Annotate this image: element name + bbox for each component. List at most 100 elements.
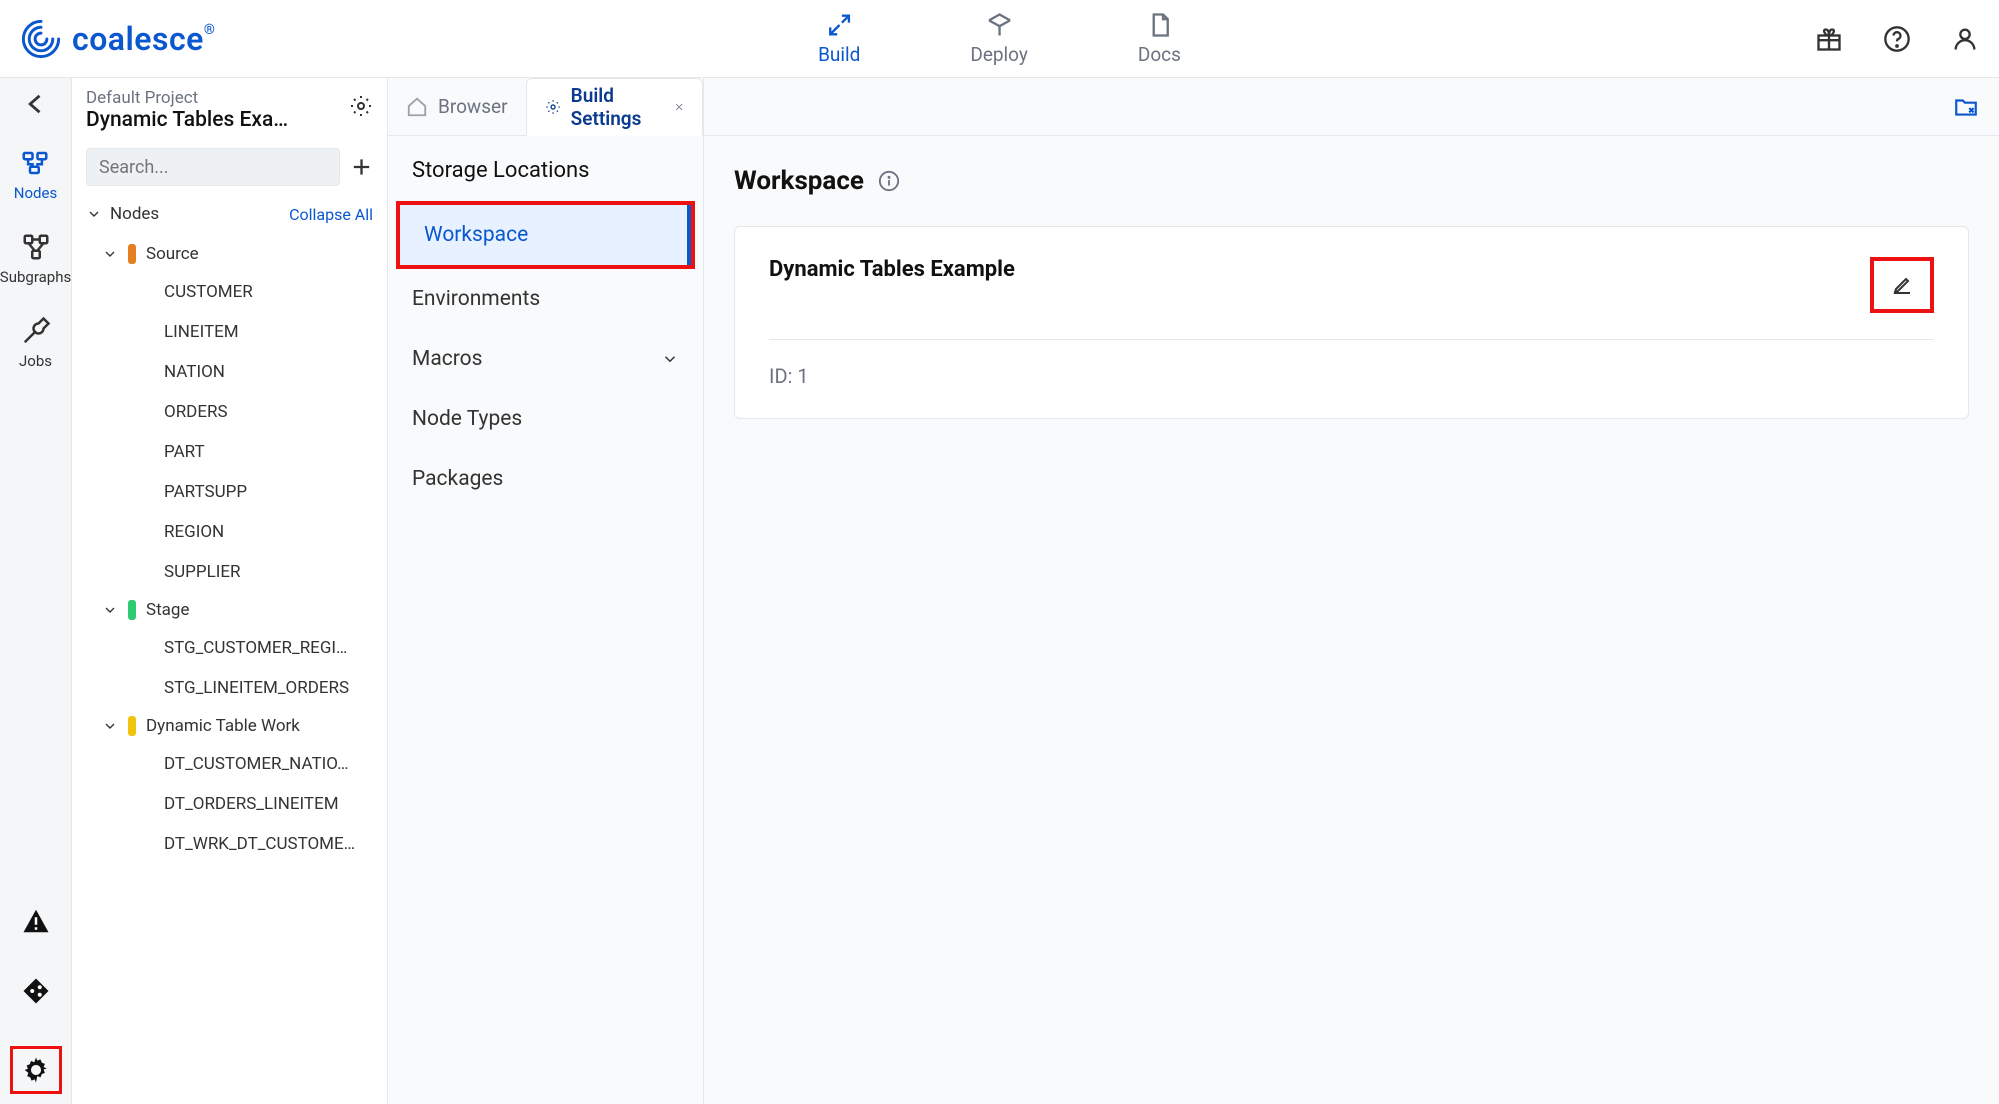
settings-item-macros-label: Macros <box>412 347 482 371</box>
tab-browser[interactable]: Browser <box>388 78 526 136</box>
warning-icon[interactable] <box>21 906 51 936</box>
workspace-card: Dynamic Tables Example ID: 1 <box>734 226 1969 419</box>
tree-node-item[interactable]: STG_LINEITEM_ORDERS <box>72 668 372 708</box>
header-nav: Build Deploy Docs <box>818 11 1181 66</box>
nodes-icon <box>20 148 50 178</box>
tree-node-item[interactable]: PART <box>72 432 372 472</box>
tree-node-item[interactable]: CUSTOMER <box>72 272 372 312</box>
tree-node-item[interactable]: DT_WRK_DT_CUSTOME… <box>72 824 372 864</box>
project-label: Default Project <box>86 88 341 108</box>
nodes-section-header[interactable]: Nodes Collapse All <box>72 194 387 234</box>
nav-docs[interactable]: Docs <box>1138 11 1181 66</box>
build-settings-column: Browser Build Settings Storage Locations… <box>388 78 704 1104</box>
edit-highlight <box>1870 257 1934 313</box>
content-header: Workspace <box>704 136 1999 226</box>
chevron-down-icon <box>102 602 118 618</box>
rail-jobs-label: Jobs <box>19 352 52 370</box>
tree-node-item[interactable]: DT_CUSTOMER_NATIO… <box>72 744 372 784</box>
add-icon[interactable] <box>350 155 373 179</box>
tree-node-item[interactable]: PARTSUPP <box>72 472 372 512</box>
settings-heading: Storage Locations <box>388 158 703 201</box>
settings-item-workspace-label: Workspace <box>424 223 528 247</box>
tree-group-label: Dynamic Table Work <box>146 716 300 736</box>
rail-settings-highlight <box>10 1046 62 1094</box>
settings-item-node-types-label: Node Types <box>412 407 522 431</box>
nodes-section-label: Nodes <box>110 204 159 224</box>
sidebar-gear-icon[interactable] <box>349 94 373 118</box>
subgraphs-icon <box>21 232 51 262</box>
settings-item-workspace[interactable]: Workspace <box>400 205 691 265</box>
home-icon <box>406 96 428 118</box>
group-color-swatch <box>128 600 136 620</box>
user-icon[interactable] <box>1951 25 1979 53</box>
header-actions <box>1815 25 1979 53</box>
app-header: coalesce® Build Deploy Docs <box>0 0 1999 78</box>
group-color-swatch <box>128 716 136 736</box>
chevron-down-icon <box>102 246 118 262</box>
settings-item-macros[interactable]: Macros <box>388 329 703 389</box>
brand-wordmark: coalesce® <box>72 20 215 58</box>
divider <box>769 339 1934 340</box>
docs-icon <box>1145 11 1173 39</box>
chevron-down-icon <box>661 350 679 368</box>
jobs-wrench-icon <box>21 316 51 346</box>
git-icon[interactable] <box>21 976 51 1006</box>
nav-docs-label: Docs <box>1138 43 1181 66</box>
help-icon[interactable] <box>1883 25 1911 53</box>
brand-swirl-icon <box>20 18 62 60</box>
tree-group: Source CUSTOMERLINEITEMNATIONORDERSPARTPA… <box>72 236 387 592</box>
settings-gear-icon[interactable] <box>21 1055 51 1085</box>
sidebar-header: Default Project Dynamic Tables Exa… <box>72 78 387 140</box>
tree-node-item[interactable]: ORDERS <box>72 392 372 432</box>
tree-group-header[interactable]: Stage <box>72 592 387 628</box>
tab-build-settings[interactable]: Build Settings <box>526 78 703 136</box>
tree-group-label: Source <box>146 244 199 264</box>
folder-x-icon[interactable] <box>1953 94 1979 120</box>
settings-tabs: Browser Build Settings <box>388 78 703 136</box>
tree-node-item[interactable]: REGION <box>72 512 372 552</box>
back-arrow-icon[interactable] <box>22 90 50 118</box>
settings-item-packages[interactable]: Packages <box>388 449 703 509</box>
rail-jobs[interactable]: Jobs <box>19 316 52 370</box>
tree-node-item[interactable]: NATION <box>72 352 372 392</box>
build-icon <box>825 11 853 39</box>
chevron-down-icon <box>86 206 102 222</box>
workspace-name: Dynamic Tables Example <box>769 257 1015 282</box>
rail-bottom-group <box>10 906 62 1094</box>
content-topbar <box>704 78 1999 136</box>
tab-browser-label: Browser <box>438 95 508 118</box>
tree-node-item[interactable]: LINEITEM <box>72 312 372 352</box>
rail-nodes[interactable]: Nodes <box>14 148 57 202</box>
close-icon[interactable] <box>674 100 684 114</box>
group-color-swatch <box>128 244 136 264</box>
nav-deploy[interactable]: Deploy <box>970 11 1028 66</box>
content-title: Workspace <box>734 166 864 196</box>
settings-item-packages-label: Packages <box>412 467 503 491</box>
tab-build-settings-label: Build Settings <box>571 84 658 130</box>
sidebar-nodes-panel: Default Project Dynamic Tables Exa… Node… <box>72 78 388 1104</box>
tree-group-label: Stage <box>146 600 189 620</box>
rail-nodes-label: Nodes <box>14 184 57 202</box>
gift-icon[interactable] <box>1815 25 1843 53</box>
tree-group-header[interactable]: Source <box>72 236 387 272</box>
left-rail: Nodes Subgraphs Jobs <box>0 78 72 1104</box>
settings-item-node-types[interactable]: Node Types <box>388 389 703 449</box>
collapse-all-link[interactable]: Collapse All <box>289 205 373 224</box>
settings-item-environments[interactable]: Environments <box>388 269 703 329</box>
nav-build[interactable]: Build <box>818 11 860 66</box>
search-input[interactable] <box>86 148 340 186</box>
tree-node-item[interactable]: SUPPLIER <box>72 552 372 592</box>
tree-group-header[interactable]: Dynamic Table Work <box>72 708 387 744</box>
edit-icon[interactable] <box>1890 273 1914 297</box>
info-icon[interactable] <box>878 170 900 192</box>
rail-subgraphs[interactable]: Subgraphs <box>0 232 71 286</box>
deploy-icon <box>985 11 1013 39</box>
rail-subgraphs-label: Subgraphs <box>0 268 71 286</box>
nodes-tree: Source CUSTOMERLINEITEMNATIONORDERSPARTPA… <box>72 234 387 874</box>
tree-node-item[interactable]: STG_CUSTOMER_REGI… <box>72 628 372 668</box>
tree-node-item[interactable]: DT_ORDERS_LINEITEM <box>72 784 372 824</box>
settings-item-environments-label: Environments <box>412 287 540 311</box>
brand-logo[interactable]: coalesce® <box>20 18 215 60</box>
workspace-title: Dynamic Tables Exa… <box>86 108 316 132</box>
tree-group: Dynamic Table Work DT_CUSTOMER_NATIO…DT_O… <box>72 708 387 864</box>
